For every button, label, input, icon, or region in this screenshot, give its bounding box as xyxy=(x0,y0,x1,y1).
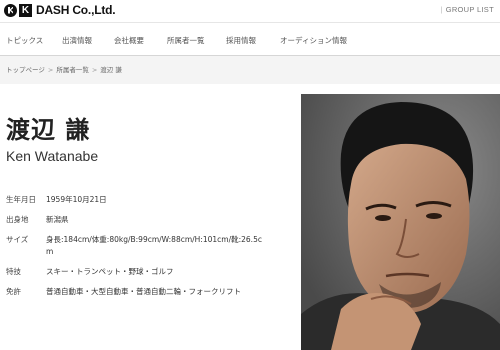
profile-photo xyxy=(301,94,500,350)
logo-emblem-icon xyxy=(4,3,17,17)
profile-label: 生年月日 xyxy=(6,195,36,204)
profile-label: 出身地 xyxy=(6,215,29,224)
nav-item-recruit[interactable]: 採用情報 xyxy=(226,35,256,46)
profile-label: 特技 xyxy=(6,267,21,276)
nav-item-company[interactable]: 会社概要 xyxy=(114,35,144,46)
breadcrumb-separator: > xyxy=(91,66,98,74)
profile-row-birthplace: 出身地 新潟県 xyxy=(6,214,69,225)
group-list-link[interactable]: | GROUP LIST xyxy=(440,5,494,14)
profile-value: スキー・トランペット・野球・ゴルフ xyxy=(46,267,174,276)
divider-icon: | xyxy=(440,5,443,14)
breadcrumb-current: 渡辺 謙 xyxy=(100,66,122,74)
profile-row-skills: 特技 スキー・トランペット・野球・ゴルフ xyxy=(6,266,174,277)
profile-label: 免許 xyxy=(6,287,21,296)
english-name: Ken Watanabe xyxy=(6,148,99,164)
breadcrumb-home[interactable]: トップページ xyxy=(6,66,45,74)
profile-row-birthday: 生年月日 1959年10月21日 xyxy=(6,194,107,205)
nav-item-topics[interactable]: トピックス xyxy=(6,35,43,46)
profile-label: サイズ xyxy=(6,235,29,244)
profile-value: 身長:184cm/体重:80kg/B:99cm/W:88cm/H:101cm/靴… xyxy=(46,235,262,244)
main-nav: トピックス 出演情報 会社概要 所属者一覧 採用情報 オーディション情報 xyxy=(0,22,500,56)
logo-text: DASH Co.,Ltd. xyxy=(36,3,116,17)
profile-row-size-cont: m xyxy=(6,247,53,256)
page-title: 渡辺 謙 xyxy=(6,115,91,144)
profile-value: 1959年10月21日 xyxy=(46,195,107,204)
profile-value: 新潟県 xyxy=(46,215,69,224)
nav-item-appearances[interactable]: 出演情報 xyxy=(62,35,92,46)
group-list-label: GROUP LIST xyxy=(445,5,494,14)
nav-item-talent-list[interactable]: 所属者一覧 xyxy=(167,35,205,46)
profile-value: 普通自動車・大型自動車・普通自動二輪・フォークリフト xyxy=(46,287,241,296)
breadcrumb-separator: > xyxy=(47,66,54,74)
portrait-image xyxy=(301,94,500,350)
site-logo[interactable]: K DASH Co.,Ltd. xyxy=(4,3,116,17)
top-bar: K DASH Co.,Ltd. | GROUP LIST xyxy=(0,0,500,22)
breadcrumb-talent-list[interactable]: 所属者一覧 xyxy=(56,66,89,74)
profile-row-size: サイズ 身長:184cm/体重:80kg/B:99cm/W:88cm/H:101c… xyxy=(6,234,262,245)
profile-value: m xyxy=(46,247,54,256)
breadcrumb: トップページ > 所属者一覧 > 渡辺 謙 xyxy=(6,64,122,74)
logo-k-mark: K xyxy=(19,3,32,17)
nav-item-audition[interactable]: オーディション情報 xyxy=(280,35,347,46)
profile-row-licenses: 免許 普通自動車・大型自動車・普通自動二輪・フォークリフト xyxy=(6,286,241,297)
